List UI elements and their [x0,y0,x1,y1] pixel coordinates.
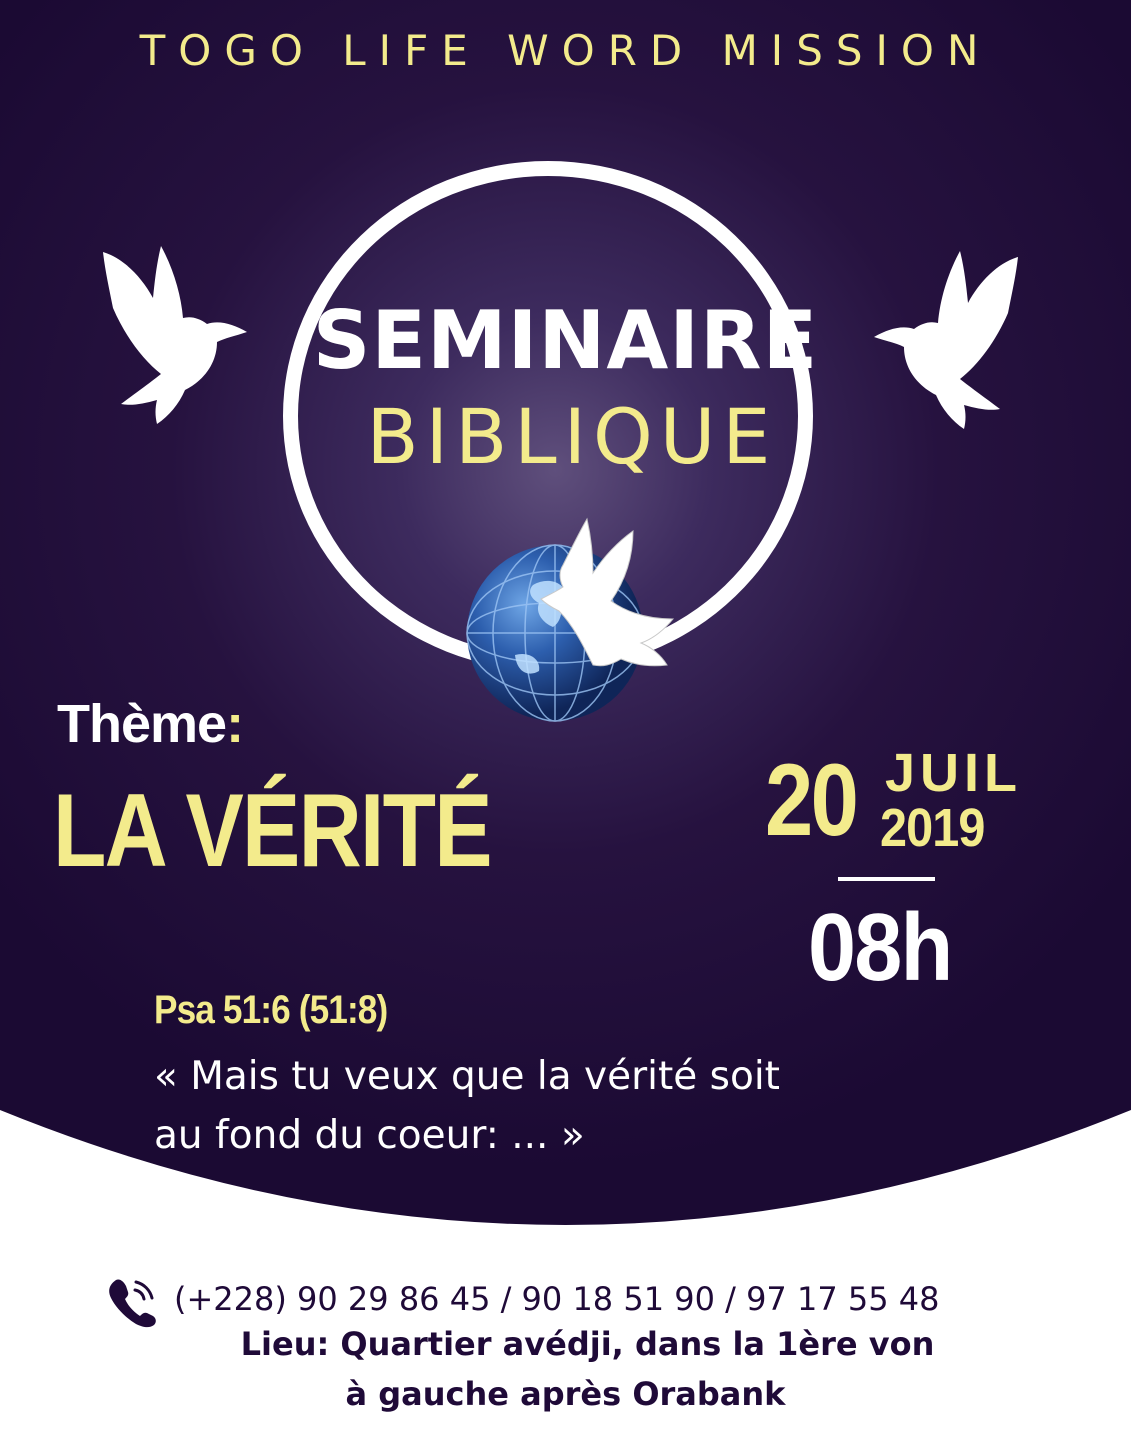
theme-label-text: Thème [57,694,227,754]
globe-with-dove-icon [466,517,675,722]
event-year: 2019 [880,798,985,858]
theme-label-colon: : [226,694,244,754]
date-divider [838,877,935,881]
verse-line-1: « Mais tu veux que la vérité soit [154,1054,780,1099]
theme-label: Thème: [57,693,244,755]
venue-line-1: Lieu: Quartier avédji, dans la 1ère von [240,1325,935,1363]
dove-right-icon [874,251,1018,429]
theme-title: LA VÉRITÉ [53,773,493,889]
phone-numbers: (+228) 90 29 86 45 / 90 18 51 90 / 97 17… [174,1280,940,1318]
event-day: 20 [765,743,859,857]
verse-reference: Psa 51:6 (51:8) [154,988,388,1032]
event-time: 08h [808,894,953,1001]
title-biblique: BIBLIQUE [366,392,778,481]
seminar-poster: TOGO LIFE WORD MISSION SEMINAIRE BIBLIQU… [0,0,1131,1431]
phone-icon [109,1279,156,1328]
event-month: JUIL [885,743,1023,803]
dove-left-icon [103,246,247,424]
title-seminaire: SEMINAIRE [312,294,819,387]
venue-line-2: à gauche après Orabank [345,1375,786,1413]
verse-line-2: au fond du coeur: ... » [154,1113,585,1158]
organization-name: TOGO LIFE WORD MISSION [139,26,992,75]
